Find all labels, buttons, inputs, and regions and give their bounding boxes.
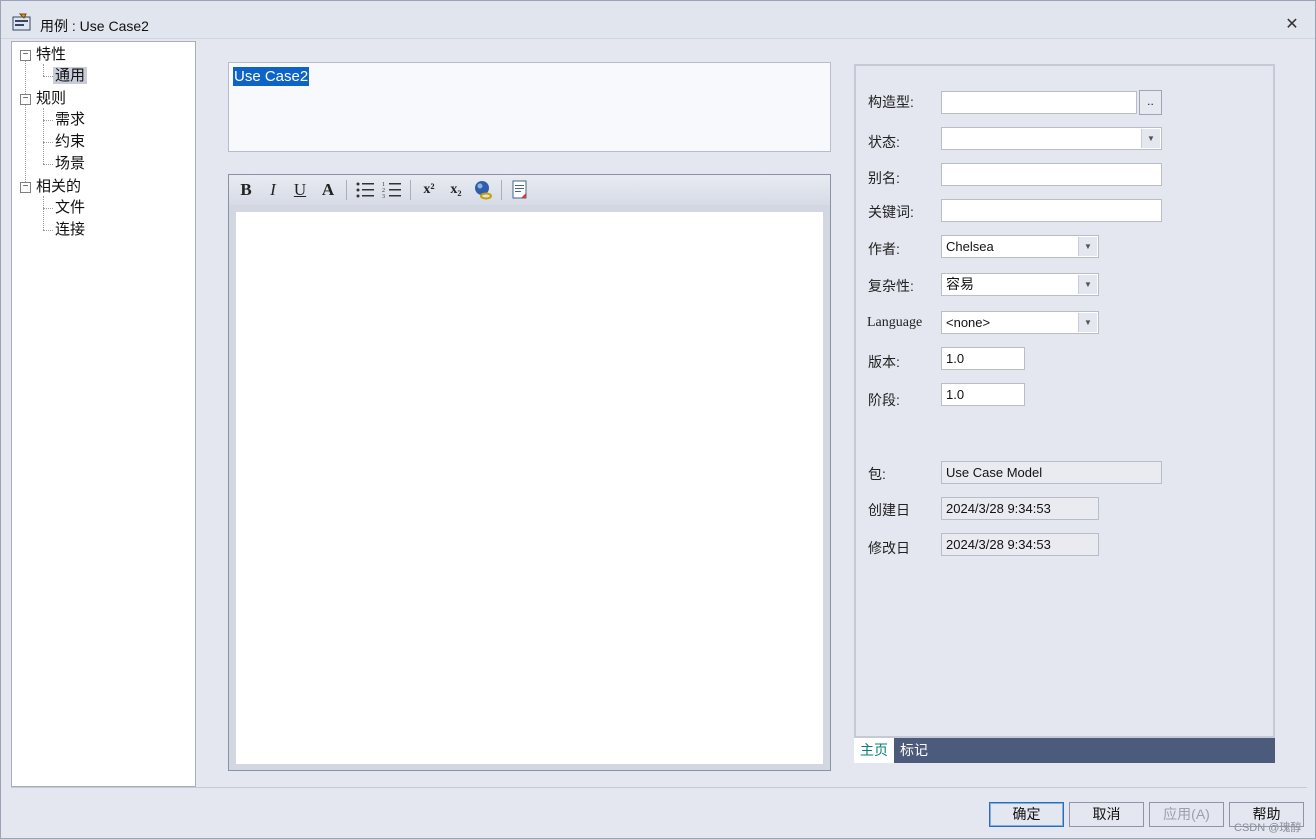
alias-label: 别名: [868,170,900,186]
tree-connector [43,120,53,121]
globe-link-icon [475,181,492,200]
toolbar-separator [501,180,502,200]
watermark: CSDN @瑰醇 [1234,822,1302,834]
tree-connector [43,196,44,230]
use-case-dialog: 用例 : Use Case2 ✕ − 特性 通用 − 规则 需求 约束 场景 −… [0,0,1316,839]
tree-item-scenarios[interactable]: 场景 [55,154,85,174]
modified-label: 修改日 [868,540,910,556]
stereotype-browse-button[interactable]: .. [1139,90,1162,115]
category-tree: − 特性 通用 − 规则 需求 约束 场景 − 相关的 文件 连接 [11,41,196,787]
tree-connector [43,76,53,77]
tree-connector [43,64,44,76]
bullet-list-icon [356,182,374,198]
chevron-down-icon: ▼ [1078,313,1097,332]
status-label: 状态: [868,134,900,150]
tree-group-properties[interactable]: 特性 [36,45,66,65]
tree-connector [43,230,53,231]
toolbar-separator [346,180,347,200]
author-label: 作者: [868,241,900,257]
package-field: Use Case Model [941,461,1162,484]
tree-group-related[interactable]: 相关的 [36,177,81,197]
numbered-list-button[interactable]: 1 2 3 [381,179,403,201]
ok-button[interactable]: 确定 [989,802,1064,827]
tab-bar: 主页 标记 [854,738,1275,763]
notes-toolbar: B I U A 1 2 3 x² x₂ [229,175,830,205]
created-field: 2024/3/28 9:34:53 [941,497,1099,520]
tab-tags[interactable]: 标记 [894,738,934,763]
bold-icon: B [240,180,252,199]
close-icon: ✕ [1285,16,1299,33]
title-bar: 用例 : Use Case2 ✕ [1,1,1315,39]
cancel-button[interactable]: 取消 [1069,802,1144,827]
complexity-dropdown[interactable]: 容易 ▼ [941,273,1099,296]
tree-item-general[interactable]: 通用 [53,66,88,86]
tree-toggle-related[interactable]: − [20,182,31,193]
tree-connector [43,208,53,209]
notes-editor: B I U A 1 2 3 x² x₂ [228,174,831,771]
tree-toggle-rules[interactable]: − [20,94,31,105]
version-field[interactable]: 1.0 [941,347,1025,370]
tree-connector [25,60,26,186]
package-label: 包: [868,466,886,482]
tree-toggle-properties[interactable]: − [20,50,31,61]
subscript-icon: x₂ [450,182,462,197]
author-dropdown[interactable]: Chelsea ▼ [941,235,1099,258]
tree-connector [43,142,53,143]
version-label: 版本: [868,354,900,370]
chevron-down-icon: ▼ [1141,129,1160,148]
document-button[interactable] [509,179,531,201]
tree-item-links[interactable]: 连接 [55,220,85,240]
phase-field[interactable]: 1.0 [941,383,1025,406]
alias-field[interactable] [941,163,1162,186]
document-icon [512,180,527,199]
underline-icon: U [293,180,307,199]
superscript-button[interactable]: x² [418,179,440,201]
stereotype-label: 构造型: [868,94,914,110]
created-label: 创建日 [868,502,910,518]
underline-button[interactable]: U [289,179,311,201]
subscript-button[interactable]: x₂ [445,179,467,201]
tab-main[interactable]: 主页 [854,738,894,763]
modified-field: 2024/3/28 9:34:53 [941,533,1099,556]
keywords-label: 关键词: [868,204,914,220]
status-dropdown[interactable]: ▼ [941,127,1162,150]
chevron-down-icon: ▼ [1078,237,1097,256]
tree-group-rules[interactable]: 规则 [36,89,66,109]
language-dropdown[interactable]: <none> ▼ [941,311,1099,334]
bottom-divider [11,787,1307,788]
name-value: Use Case2 [233,67,310,86]
window-title: 用例 : Use Case2 [40,18,149,34]
phase-label: 阶段: [868,392,900,408]
superscript-icon: x² [423,182,435,197]
tree-item-files[interactable]: 文件 [55,198,85,218]
close-button[interactable]: ✕ [1280,13,1304,37]
bold-button[interactable]: B [235,179,257,201]
font-color-icon: A [321,180,335,199]
italic-button[interactable]: I [262,179,284,201]
tree-connector [43,108,44,164]
use-case-icon [12,13,31,31]
svg-text:3: 3 [382,194,385,199]
font-color-button[interactable]: A [317,179,339,201]
italic-icon: I [270,180,276,199]
tree-item-requirements[interactable]: 需求 [55,110,85,130]
tree-connector [43,164,53,165]
name-input[interactable]: Use Case2 [228,62,831,152]
language-label: Language [867,315,923,330]
chevron-down-icon: ▼ [1078,275,1097,294]
complexity-label: 复杂性: [868,278,914,294]
numbered-list-icon: 1 2 3 [382,182,401,200]
tree-item-constraints[interactable]: 约束 [55,132,85,152]
toolbar-separator [410,180,411,200]
keywords-field[interactable] [941,199,1162,222]
apply-button[interactable]: 应用(A) [1149,802,1224,827]
notes-textarea[interactable] [236,212,823,764]
stereotype-field[interactable] [941,91,1137,114]
bullet-list-button[interactable] [354,179,376,201]
hyperlink-button[interactable] [472,179,494,201]
tree-item-general-label: 通用 [53,67,88,84]
